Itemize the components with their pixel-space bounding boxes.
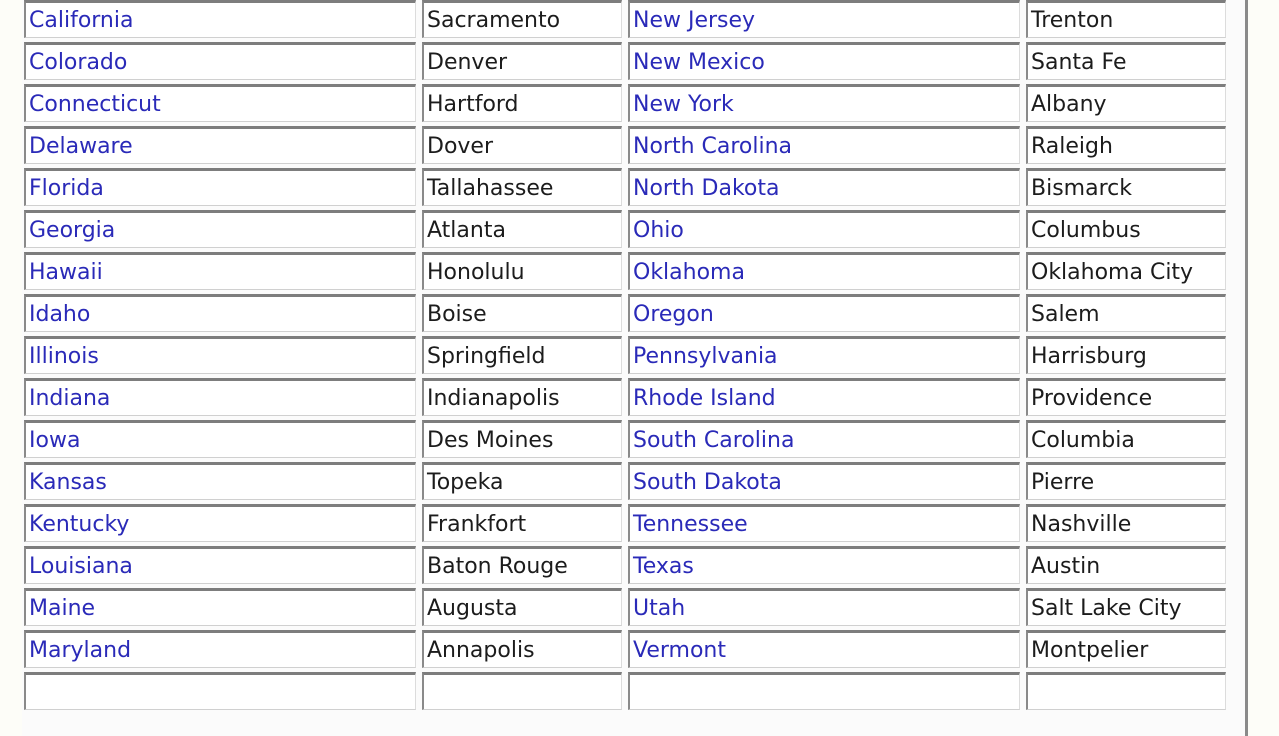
- capital-cell: Hartford: [422, 84, 622, 122]
- table-row: Illinois Springfield Pennsylvania Harrisbur…: [24, 336, 1226, 374]
- table-row: Florida Tallahassee North Dakota Bismarck: [24, 168, 1226, 206]
- state-link[interactable]: Maryland: [24, 630, 416, 668]
- state-link[interactable]: North Carolina: [628, 126, 1020, 164]
- capital-cell: Baton Rouge: [422, 546, 622, 584]
- capital-cell: Pierre: [1026, 462, 1226, 500]
- capital-cell: Providence: [1026, 378, 1226, 416]
- table-row: Maryland Annapolis Vermont Montpelier: [24, 630, 1226, 668]
- state-link[interactable]: [24, 672, 416, 710]
- table-row: Louisiana Baton Rouge Texas Austin: [24, 546, 1226, 584]
- state-link[interactable]: Oklahoma: [628, 252, 1020, 290]
- state-link[interactable]: Colorado: [24, 42, 416, 80]
- state-link[interactable]: Idaho: [24, 294, 416, 332]
- capital-cell: Frankfort: [422, 504, 622, 542]
- state-link[interactable]: [628, 672, 1020, 710]
- capital-cell: Tallahassee: [422, 168, 622, 206]
- capital-cell: Honolulu: [422, 252, 622, 290]
- capital-cell: Dover: [422, 126, 622, 164]
- capital-cell: Montpelier: [1026, 630, 1226, 668]
- capital-cell: Des Moines: [422, 420, 622, 458]
- table-row: Hawaii Honolulu Oklahoma Oklahoma City: [24, 252, 1226, 290]
- table-row: Iowa Des Moines South Carolina Columbia: [24, 420, 1226, 458]
- state-link[interactable]: Iowa: [24, 420, 416, 458]
- capital-cell: Columbia: [1026, 420, 1226, 458]
- state-link[interactable]: Pennsylvania: [628, 336, 1020, 374]
- table-row: Colorado Denver New Mexico Santa Fe: [24, 42, 1226, 80]
- state-link[interactable]: New Mexico: [628, 42, 1020, 80]
- capital-cell: Nashville: [1026, 504, 1226, 542]
- table-body: California Sacramento New Jersey Trenton Col…: [24, 0, 1226, 710]
- state-link[interactable]: Utah: [628, 588, 1020, 626]
- capital-cell: Harrisburg: [1026, 336, 1226, 374]
- state-link[interactable]: New York: [628, 84, 1020, 122]
- capital-cell: Santa Fe: [1026, 42, 1226, 80]
- state-link[interactable]: South Dakota: [628, 462, 1020, 500]
- capital-cell: Springfield: [422, 336, 622, 374]
- table-row: Indiana Indianapolis Rhode Island Providenc…: [24, 378, 1226, 416]
- capital-cell: Boise: [422, 294, 622, 332]
- capital-cell: Columbus: [1026, 210, 1226, 248]
- capital-cell: Raleigh: [1026, 126, 1226, 164]
- table-row: Maine Augusta Utah Salt Lake City: [24, 588, 1226, 626]
- capital-cell: Denver: [422, 42, 622, 80]
- state-link[interactable]: Indiana: [24, 378, 416, 416]
- state-link[interactable]: Rhode Island: [628, 378, 1020, 416]
- state-link[interactable]: Kansas: [24, 462, 416, 500]
- state-link[interactable]: Florida: [24, 168, 416, 206]
- state-link[interactable]: Georgia: [24, 210, 416, 248]
- state-link[interactable]: Vermont: [628, 630, 1020, 668]
- state-link[interactable]: North Dakota: [628, 168, 1020, 206]
- capital-cell: Salt Lake City: [1026, 588, 1226, 626]
- table-row: Connecticut Hartford New York Albany: [24, 84, 1226, 122]
- state-link[interactable]: Hawaii: [24, 252, 416, 290]
- table-row: Delaware Dover North Carolina Raleigh: [24, 126, 1226, 164]
- states-capitals-table: California Sacramento New Jersey Trenton Col…: [18, 0, 1232, 714]
- state-link[interactable]: Kentucky: [24, 504, 416, 542]
- state-link[interactable]: Delaware: [24, 126, 416, 164]
- state-link[interactable]: Tennessee: [628, 504, 1020, 542]
- state-link[interactable]: California: [24, 0, 416, 38]
- capital-cell: [422, 672, 622, 710]
- capital-cell: Oklahoma City: [1026, 252, 1226, 290]
- state-link[interactable]: Louisiana: [24, 546, 416, 584]
- state-link[interactable]: Maine: [24, 588, 416, 626]
- table-row: Kansas Topeka South Dakota Pierre: [24, 462, 1226, 500]
- capital-cell: Salem: [1026, 294, 1226, 332]
- table-row: Kentucky Frankfort Tennessee Nashville: [24, 504, 1226, 542]
- state-link[interactable]: Oregon: [628, 294, 1020, 332]
- state-link[interactable]: New Jersey: [628, 0, 1020, 38]
- capital-cell: Annapolis: [422, 630, 622, 668]
- table-row: Idaho Boise Oregon Salem: [24, 294, 1226, 332]
- state-link[interactable]: Illinois: [24, 336, 416, 374]
- state-link[interactable]: Ohio: [628, 210, 1020, 248]
- capital-cell: Bismarck: [1026, 168, 1226, 206]
- capital-cell: Topeka: [422, 462, 622, 500]
- capital-cell: Austin: [1026, 546, 1226, 584]
- capital-cell: Albany: [1026, 84, 1226, 122]
- capital-cell: Indianapolis: [422, 378, 622, 416]
- capital-cell: Augusta: [422, 588, 622, 626]
- capital-cell: Atlanta: [422, 210, 622, 248]
- state-link[interactable]: Texas: [628, 546, 1020, 584]
- table-row: [24, 672, 1226, 710]
- capital-cell: [1026, 672, 1226, 710]
- capital-cell: Trenton: [1026, 0, 1226, 38]
- state-link[interactable]: Connecticut: [24, 84, 416, 122]
- state-link[interactable]: South Carolina: [628, 420, 1020, 458]
- capital-cell: Sacramento: [422, 0, 622, 38]
- states-capitals-table-container: California Sacramento New Jersey Trenton Col…: [22, 0, 1248, 736]
- table-row: California Sacramento New Jersey Trenton: [24, 0, 1226, 38]
- table-row: Georgia Atlanta Ohio Columbus: [24, 210, 1226, 248]
